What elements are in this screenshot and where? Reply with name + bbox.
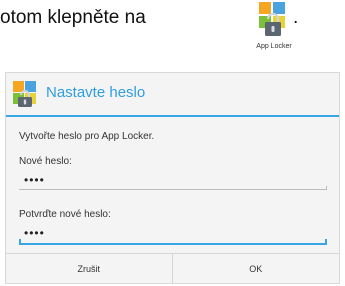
header-divider bbox=[6, 115, 339, 117]
instruction-text: otom klepněte na bbox=[0, 7, 146, 28]
app-locker-icon bbox=[13, 81, 36, 107]
confirm-password-label: Potvrďte nové heslo: bbox=[19, 209, 111, 220]
app-locker-icon[interactable] bbox=[258, 1, 288, 37]
cancel-button[interactable]: Zrušit bbox=[6, 254, 173, 284]
app-icon-caption: App Locker bbox=[256, 43, 292, 50]
dialog-title: Nastavte heslo bbox=[46, 84, 146, 101]
dialog-button-bar: Zrušit OK bbox=[6, 253, 339, 284]
confirm-password-field[interactable]: •••• bbox=[24, 226, 45, 240]
new-password-underline bbox=[19, 186, 327, 190]
dialog-message: Vytvořte heslo pro App Locker. bbox=[19, 131, 155, 142]
dialog-header: Nastavte heslo bbox=[6, 73, 339, 115]
new-password-field[interactable]: •••• bbox=[24, 173, 45, 187]
instruction-line: otom klepněte na . App Locker bbox=[0, 0, 345, 62]
instruction-period: . bbox=[293, 7, 299, 28]
set-password-dialog: Nastavte heslo Vytvořte heslo pro App Lo… bbox=[5, 72, 340, 284]
new-password-label: Nové heslo: bbox=[19, 156, 72, 167]
ok-button[interactable]: OK bbox=[173, 254, 340, 284]
confirm-password-underline-focused bbox=[19, 239, 327, 245]
